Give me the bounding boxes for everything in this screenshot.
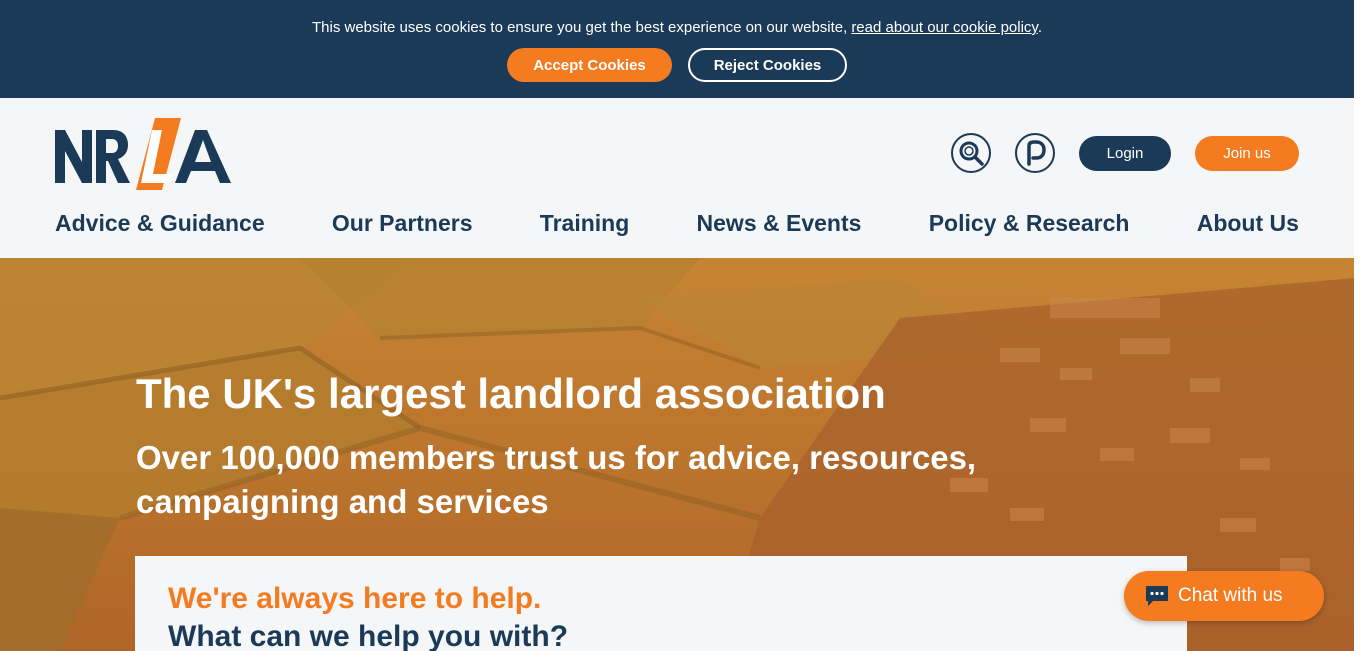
chat-bubble-icon xyxy=(1146,586,1168,606)
cookie-message: This website uses cookies to ensure you … xyxy=(312,19,848,36)
p-button[interactable] xyxy=(1015,133,1055,173)
cookie-buttons: Accept Cookies Reject Cookies xyxy=(507,48,847,82)
site-header: Login Join us Advice & Guidance Our Part… xyxy=(0,98,1354,258)
accept-cookies-button[interactable]: Accept Cookies xyxy=(507,48,672,82)
help-heading: We're always here to help. xyxy=(168,582,542,615)
nav-about-us[interactable]: About Us xyxy=(1197,210,1299,237)
login-button[interactable]: Login xyxy=(1079,135,1171,171)
help-question: What can we help you with? xyxy=(168,620,569,651)
nrla-logo-graphic xyxy=(55,118,231,190)
nav-advice-guidance[interactable]: Advice & Guidance xyxy=(55,210,265,237)
nav-news-events[interactable]: News & Events xyxy=(697,210,862,237)
cookie-policy-link[interactable]: read about our cookie policy xyxy=(851,19,1038,36)
chat-with-us-button[interactable]: Chat with us xyxy=(1124,571,1324,621)
cookie-banner: This website uses cookies to ensure you … xyxy=(0,0,1354,98)
search-icon xyxy=(959,141,984,166)
parking-p-icon xyxy=(1027,140,1046,166)
cookie-message-row: This website uses cookies to ensure you … xyxy=(0,18,1354,38)
reject-cookies-button[interactable]: Reject Cookies xyxy=(688,48,847,82)
nav-training[interactable]: Training xyxy=(540,210,629,237)
main-nav: Advice & Guidance Our Partners Training … xyxy=(55,210,1299,237)
chat-label: Chat with us xyxy=(1178,585,1283,606)
cookie-period: . xyxy=(1037,19,1042,36)
join-us-button[interactable]: Join us xyxy=(1195,135,1299,171)
hero-title: The UK's largest landlord association xyxy=(136,370,886,417)
search-button[interactable] xyxy=(951,133,991,173)
header-actions: Login Join us xyxy=(951,133,1299,173)
nav-policy-research[interactable]: Policy & Research xyxy=(929,210,1130,237)
nrla-logo[interactable] xyxy=(55,118,235,190)
hero-subtitle: Over 100,000 members trust us for advice… xyxy=(136,439,977,520)
page-scrollbar-gutter xyxy=(1354,0,1366,651)
help-card: We're always here to help. What can we h… xyxy=(135,556,1187,651)
nav-our-partners[interactable]: Our Partners xyxy=(332,210,473,237)
